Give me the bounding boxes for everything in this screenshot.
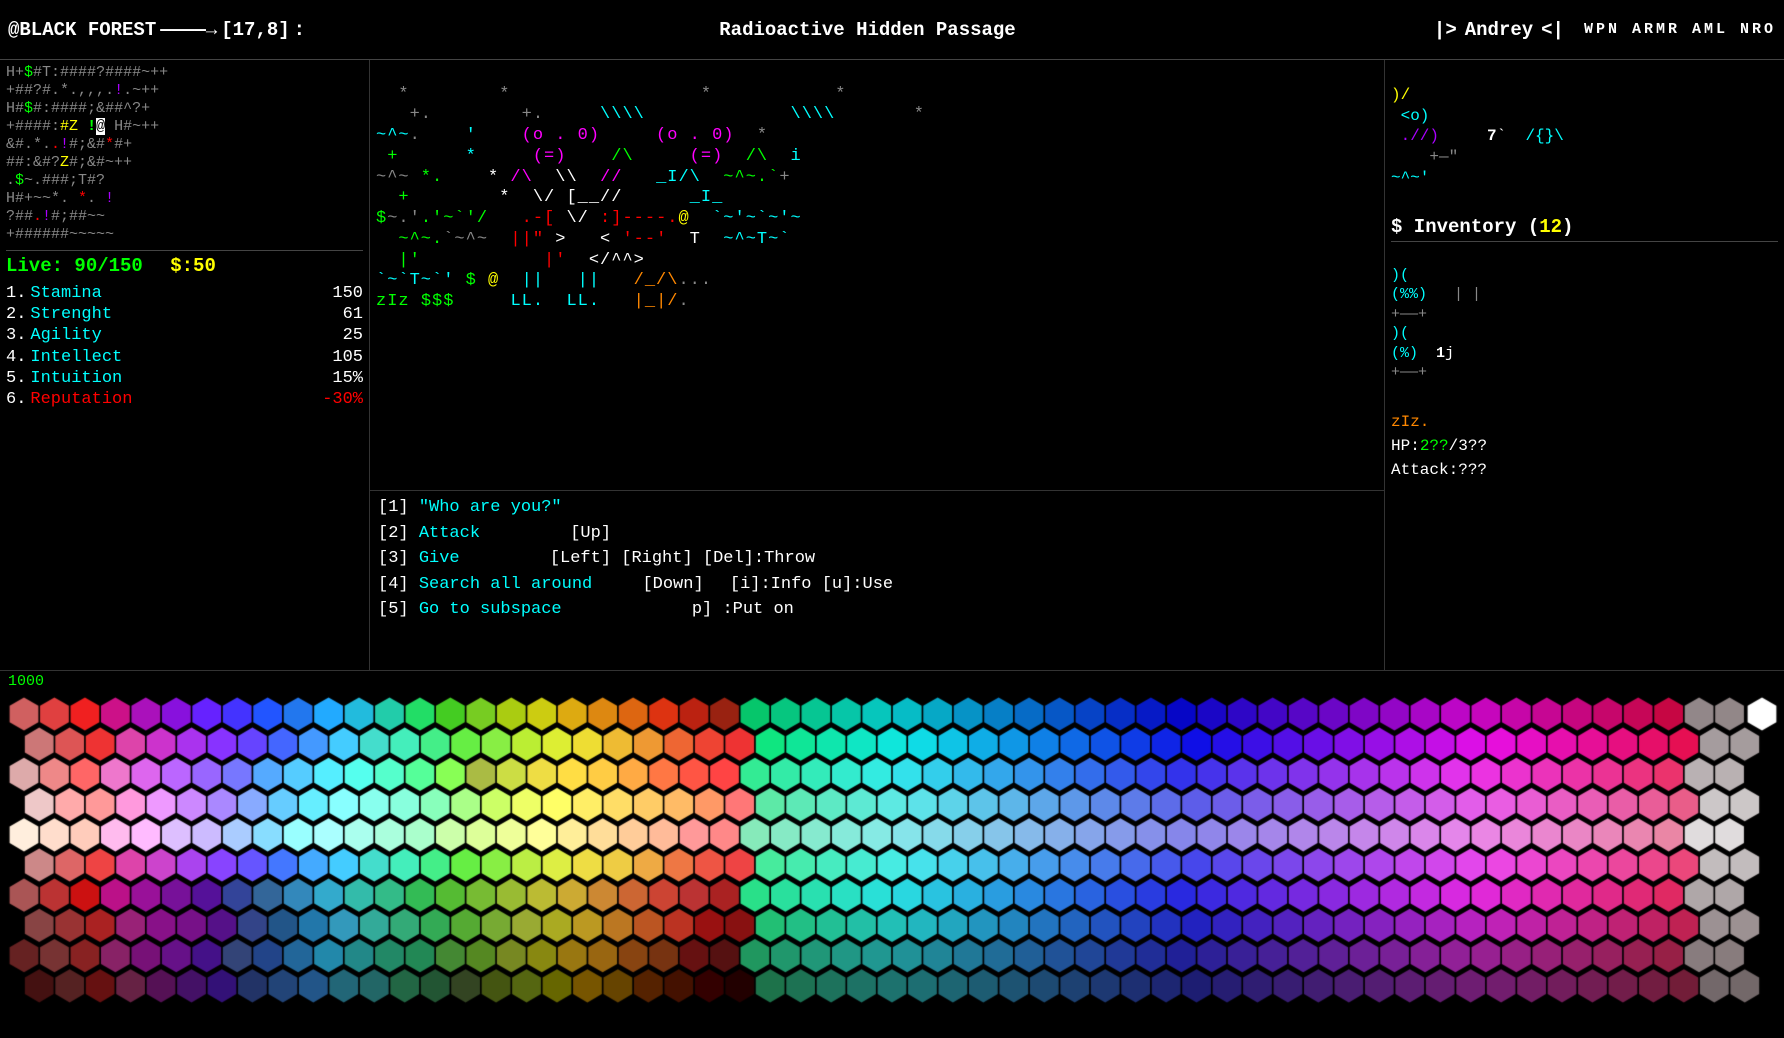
action-key-4: [4] — [378, 575, 409, 594]
stat-num-2: 2. — [6, 304, 26, 325]
stat-name-5: Intuition — [30, 368, 332, 389]
map-area: * * * * +. +. \\\\ \\\\ * ~^~. ' (o . 0)… — [370, 60, 1384, 490]
enemy-info: zIz. HP:2??/3?? Attack:??? — [1391, 410, 1778, 482]
nav-left[interactable]: [Left] — [550, 549, 611, 568]
stat-val-1: 150 — [332, 283, 363, 304]
color-palette — [0, 692, 1784, 1038]
location-label: @BLACK FOREST — [8, 19, 156, 41]
ascii-line-2: +##?#.*.,,,.!.~++ — [6, 82, 363, 100]
inventory-count: 12 — [1539, 216, 1562, 238]
hp-row: HP:2??/3?? — [1391, 434, 1778, 458]
action-key-3: [3] — [378, 549, 409, 568]
area-name: Radioactive Hidden Passage — [309, 19, 1426, 41]
stat-val-4: 105 — [332, 347, 363, 368]
stat-val-6: -30% — [322, 389, 363, 410]
stat-row-1: 1. Stamina 150 — [6, 283, 363, 304]
header-divider: |> — [1434, 19, 1457, 41]
live-current: 90/150 — [74, 255, 142, 277]
full-layout: @BLACK FOREST ————→ [17,8] : Radioactive… — [0, 0, 1784, 690]
u-use[interactable]: [u]:Use — [822, 575, 893, 594]
header-coords: [17,8] — [221, 19, 289, 41]
live-row: Live: 90/150 $:50 — [6, 255, 363, 279]
stat-val-3: 25 — [343, 325, 363, 346]
inventory-label: $ Inventory ( — [1391, 216, 1539, 238]
stat-name-4: Intellect — [30, 347, 332, 368]
header-bar: @BLACK FOREST ————→ [17,8] : Radioactive… — [0, 0, 1784, 60]
action-label-2: Attack — [419, 524, 480, 543]
stat-name-1: Stamina — [30, 283, 332, 304]
action-key-5: [5] — [378, 600, 409, 619]
left-panel: H+$#T:####?####~++ +##?#.*.,,,.!.~++ H#$… — [0, 60, 370, 690]
p-put[interactable]: p] :Put on — [692, 600, 794, 619]
i-info[interactable]: [i]:Info — [730, 575, 812, 594]
action-label-3: Give — [419, 549, 460, 568]
inventory-close: ) — [1562, 216, 1573, 238]
bottom-status: 1000 — [0, 670, 1784, 692]
ascii-line-9: ?##.!#;##~~ — [6, 208, 363, 226]
hex-canvas[interactable] — [0, 692, 1784, 1038]
player-name: Andrey — [1465, 19, 1533, 41]
stat-num-3: 3. — [6, 325, 26, 346]
right-ascii-top: )/ <o) .//) 7` /{}\ +—" ~^~' — [1391, 64, 1778, 210]
stat-name-2: Strenght — [30, 304, 342, 325]
stat-val-2: 61 — [343, 304, 363, 325]
action-key-2: [2] — [378, 524, 409, 543]
inventory-items: )( (%%) | | +——+ )( (%) 1j +——+ — [1391, 246, 1778, 402]
ascii-line-1: H+$#T:####?####~++ — [6, 64, 363, 82]
stat-name-6: Reputation — [30, 389, 322, 410]
live-label: Live: — [6, 255, 74, 277]
header-arrow: ————→ — [160, 19, 217, 41]
action-key-1: [1] — [378, 498, 409, 517]
header-colon: : — [294, 19, 305, 41]
stat-num-6: 6. — [6, 389, 26, 410]
ascii-line-5: &#.*..!#;&#*#+ — [6, 136, 363, 154]
ascii-line-8: H#+~~*. *. ! — [6, 190, 363, 208]
header-close[interactable]: <| — [1541, 19, 1564, 41]
action-2[interactable]: [2] Attack [Up] — [378, 521, 1376, 547]
stat-num-5: 5. — [6, 368, 26, 389]
right-panel: )/ <o) .//) 7` /{}\ +—" ~^~' $ Inventory… — [1384, 60, 1784, 690]
left-ascii-terrain: H+$#T:####?####~++ +##?#.*.,,,.!.~++ H#$… — [6, 64, 363, 244]
map-canvas: * * * * +. +. \\\\ \\\\ * ~^~. ' (o . 0)… — [370, 60, 1384, 490]
ascii-line-6: ##:&#?Z#;&#~++ — [6, 154, 363, 172]
stat-row-5: 5. Intuition 15% — [6, 368, 363, 389]
stat-row-2: 2. Strenght 61 — [6, 304, 363, 325]
nav-down[interactable]: [Down] — [642, 575, 703, 594]
stat-row-6: 6. Reputation -30% — [6, 389, 363, 410]
game-container: 0 @BLACK FOREST ————→ [17,8] : Radioacti… — [0, 0, 1784, 1038]
ascii-line-3: H#$#:####;&##^?+ — [6, 100, 363, 118]
nav-up[interactable]: [Up] — [570, 524, 611, 543]
left-divider — [6, 250, 363, 251]
stat-num-1: 1. — [6, 283, 26, 304]
header-stats-labels: WPN ARMR AML NRO — [1584, 21, 1776, 38]
action-label-4: Search all around — [419, 575, 592, 594]
action-3[interactable]: [3] Give [Left] [Right] [Del]:Throw — [378, 546, 1376, 572]
del-throw[interactable]: [Del]:Throw — [703, 549, 815, 568]
action-label-5: Go to subspace — [419, 600, 562, 619]
inventory-header: $ Inventory (12) — [1391, 216, 1778, 243]
nav-right[interactable]: [Right] — [621, 549, 692, 568]
action-label-1: "Who are you?" — [419, 498, 562, 517]
stat-val-5: 15% — [332, 368, 363, 389]
action-5[interactable]: [5] Go to subspace p] :Put on — [378, 597, 1376, 623]
attack-row: Attack:??? — [1391, 458, 1778, 482]
gold-value: $:50 — [170, 255, 216, 277]
stat-num-4: 4. — [6, 347, 26, 368]
ascii-line-7: .$~.###;T#? — [6, 172, 363, 190]
stat-row-4: 4. Intellect 105 — [6, 347, 363, 368]
ascii-line-10: +######~~~~~ — [6, 226, 363, 244]
stat-row-3: 3. Agility 25 — [6, 325, 363, 346]
action-rows: [1] "Who are you?" [2] Attack [Up] [3] G… — [378, 495, 1376, 623]
ascii-line-4: +####:#Z !@ H#~++ — [6, 118, 363, 136]
stat-name-3: Agility — [30, 325, 342, 346]
action-1[interactable]: [1] "Who are you?" — [378, 495, 1376, 521]
action-bar: [1] "Who are you?" [2] Attack [Up] [3] G… — [370, 490, 1384, 690]
action-4[interactable]: [4] Search all around [Down] [i]:Info [u… — [378, 572, 1376, 598]
status-value: 1000 — [8, 673, 44, 690]
action-left: [1] "Who are you?" [2] Attack [Up] [3] G… — [378, 495, 1376, 623]
enemy-id: zIz. — [1391, 410, 1778, 434]
